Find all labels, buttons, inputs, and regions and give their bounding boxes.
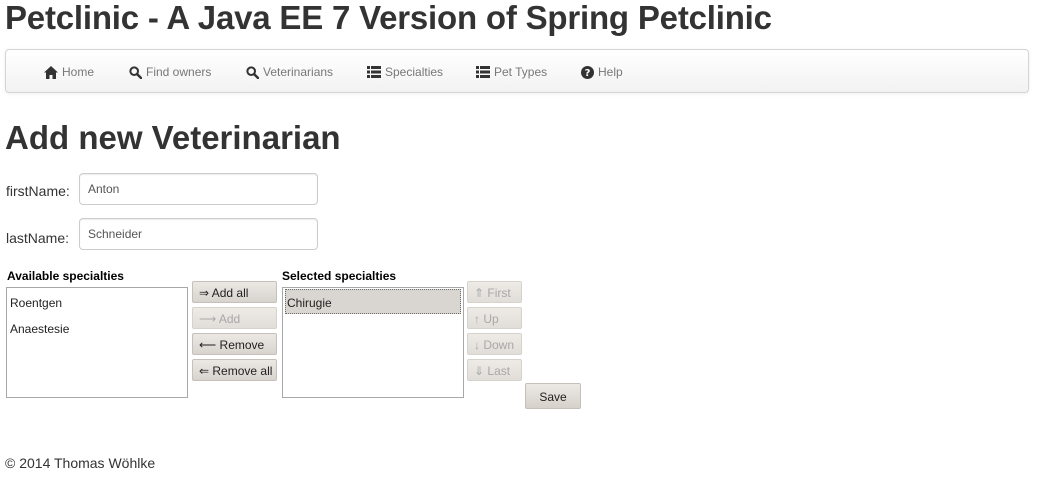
app-title: Petclinic - A Java EE 7 Version of Sprin… xyxy=(5,0,772,36)
available-specialties-caption: Available specialties xyxy=(7,269,124,283)
nav-label-veterinarians: Veterinarians xyxy=(263,65,334,79)
list-icon xyxy=(367,66,381,78)
home-icon xyxy=(44,65,58,79)
move-first-button[interactable]: ⇑ First xyxy=(467,281,522,303)
page-heading: Add new Veterinarian xyxy=(5,119,341,156)
nav-label-home: Home xyxy=(62,65,95,79)
last-name-input[interactable] xyxy=(79,218,318,250)
nav-item-veterinarians[interactable]: Veterinarians xyxy=(246,64,333,80)
selected-specialties-list[interactable]: Chirugie xyxy=(282,287,464,398)
nav-item-pet-types[interactable]: Pet Types xyxy=(476,64,547,80)
add-button[interactable]: ⟶ Add xyxy=(192,307,277,329)
move-down-button[interactable]: ↓ Down xyxy=(467,333,522,355)
search-icon xyxy=(129,65,142,79)
svg-text:?: ? xyxy=(585,68,591,79)
selected-specialties-caption: Selected specialties xyxy=(282,269,397,283)
available-specialties-list[interactable]: Roentgen Anaestesie xyxy=(6,287,188,398)
footer-copyright: © 2014 Thomas Wöhlke xyxy=(5,455,156,471)
move-last-button[interactable]: ⇓ Last xyxy=(467,359,522,381)
add-all-button[interactable]: ⇒ Add all xyxy=(192,281,277,303)
nav-label-help: Help xyxy=(598,65,623,79)
nav-item-find-owners[interactable]: Find owners xyxy=(129,64,211,80)
nav-item-help[interactable]: ? Help xyxy=(581,64,623,80)
first-name-input[interactable] xyxy=(79,173,318,205)
move-up-button[interactable]: ↑ Up xyxy=(467,307,522,329)
nav-label-pet-types: Pet Types xyxy=(494,65,548,79)
list-item[interactable]: Roentgen xyxy=(9,290,185,315)
nav-label-find-owners: Find owners xyxy=(146,65,212,79)
nav-item-home[interactable]: Home xyxy=(44,64,94,80)
list-item[interactable]: Anaestesie xyxy=(9,316,185,341)
navbar: Home Find owners Veterinarians Specialti… xyxy=(5,49,1029,93)
list-item[interactable]: Chirugie xyxy=(285,289,461,314)
list-icon xyxy=(476,66,490,78)
remove-all-button[interactable]: ⇐ Remove all xyxy=(192,359,277,381)
remove-button[interactable]: ⟵ Remove xyxy=(192,333,277,355)
last-name-label: lastName: xyxy=(6,230,70,246)
question-circle-icon: ? xyxy=(581,65,594,79)
nav-label-specialties: Specialties xyxy=(385,65,444,79)
search-icon xyxy=(246,65,259,79)
nav-item-specialties[interactable]: Specialties xyxy=(367,64,443,80)
save-button[interactable]: Save xyxy=(525,383,581,409)
first-name-label: firstName: xyxy=(6,183,70,199)
